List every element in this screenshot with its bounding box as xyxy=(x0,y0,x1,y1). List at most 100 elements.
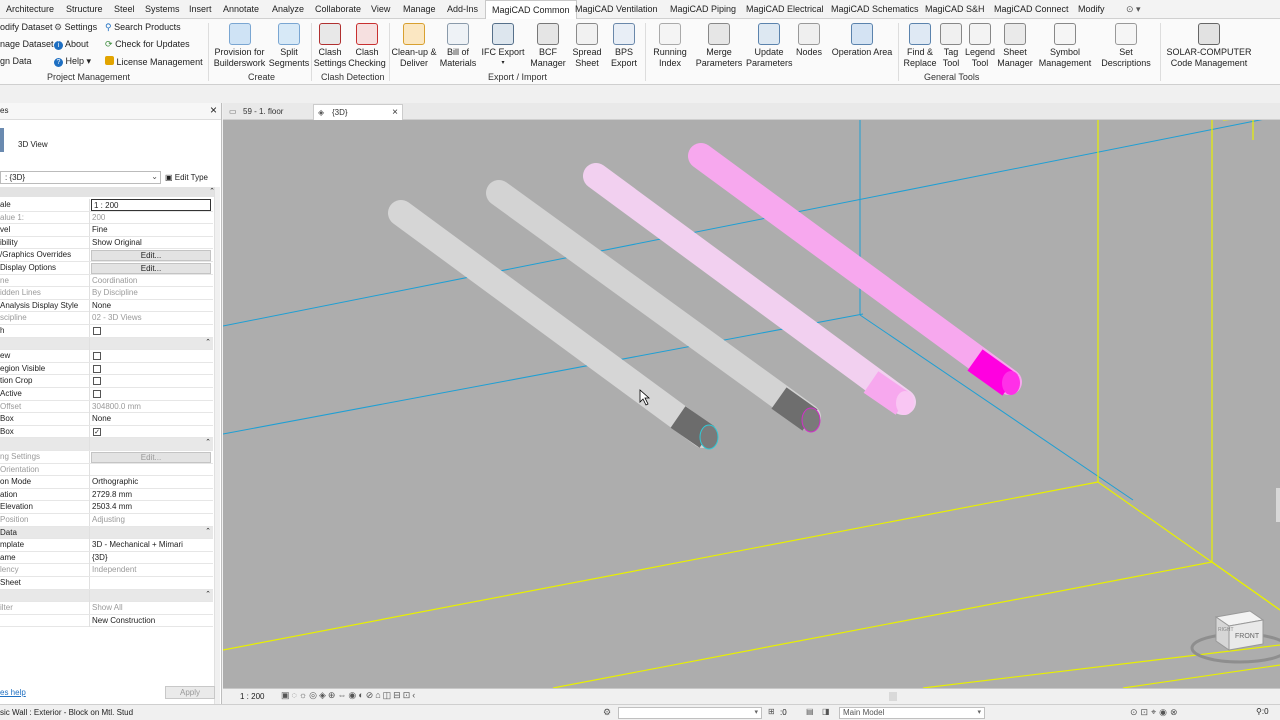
property-row[interactable]: Elevation 2503.4 mm xyxy=(0,501,213,514)
bcf-manager-button[interactable]: BCF Manager xyxy=(528,23,568,68)
property-row[interactable]: lency Independent xyxy=(0,564,213,577)
property-row[interactable]: idden Lines By Discipline xyxy=(0,287,213,300)
properties-section-header[interactable]: Data ⌃ xyxy=(0,526,213,540)
property-value[interactable]: Show Original xyxy=(92,237,212,249)
property-row[interactable]: ale 1 : 200 xyxy=(0,199,213,212)
property-value[interactable]: Coordination xyxy=(92,275,212,287)
property-row[interactable]: mplate 3D - Mechanical + Mimari xyxy=(0,539,213,552)
running-index-button[interactable]: Running Index xyxy=(648,23,692,68)
section-graphics-header[interactable]: ⌃ xyxy=(0,187,218,197)
selection-tools-icons[interactable]: ⊙⊡⌖◉⊗ xyxy=(1130,707,1181,718)
property-row[interactable]: on Mode Orthographic xyxy=(0,476,213,489)
apply-button[interactable]: Apply xyxy=(165,686,215,699)
tab-view[interactable]: View xyxy=(371,0,390,19)
update-parameters-button[interactable]: Update Parameters xyxy=(746,23,793,68)
tab-magicad-sh[interactable]: MagiCAD S&H xyxy=(925,0,985,19)
property-row[interactable]: Position Adjusting xyxy=(0,514,213,527)
tab-magicad-electrical[interactable]: MagiCAD Electrical xyxy=(746,0,824,19)
property-value[interactable]: Independent xyxy=(92,564,212,576)
ribbon-options-icon[interactable]: ⊙ ▾ xyxy=(1126,0,1141,19)
property-row[interactable]: ne Coordination xyxy=(0,274,213,288)
edit-button[interactable]: Edit... xyxy=(91,262,211,274)
edit-button[interactable]: Edit... xyxy=(91,249,211,261)
property-value[interactable]: None xyxy=(92,300,212,312)
property-checkbox[interactable]: ✓ xyxy=(93,427,101,436)
collapse-icon[interactable]: ⌃ xyxy=(205,438,211,446)
properties-section-header[interactable]: ⌃ xyxy=(0,589,213,603)
ifc-export-button[interactable]: IFC Export ▾ xyxy=(480,23,526,68)
about-button[interactable]: i About xyxy=(54,39,89,50)
cleanup-deliver-button[interactable]: Clean-up & Deliver xyxy=(390,23,438,68)
help-button[interactable]: ? Help ▾ xyxy=(54,56,91,67)
editable-only-icon[interactable]: ⊞ xyxy=(768,707,775,716)
split-segments-button[interactable]: Split Segments xyxy=(268,23,310,68)
viewport-scrollbar[interactable] xyxy=(1276,488,1280,522)
type-selector-dropdown[interactable]: : {3D} ⌄ xyxy=(0,171,161,184)
design-data-button[interactable]: gn Data xyxy=(0,56,32,67)
filter-count[interactable]: ⚲:0 xyxy=(1256,707,1269,716)
modify-dataset-button[interactable]: odify Dataset xyxy=(0,22,53,33)
spread-sheet-button[interactable]: Spread Sheet xyxy=(570,23,604,68)
property-row[interactable]: ew xyxy=(0,350,213,363)
tag-tool-button[interactable]: Tag Tool xyxy=(938,23,964,68)
property-row[interactable]: ng Settings Edit... xyxy=(0,451,213,464)
property-value[interactable]: Adjusting xyxy=(92,514,212,526)
collapse-icon[interactable]: ⌃ xyxy=(205,590,211,598)
tab-magicad-piping[interactable]: MagiCAD Piping xyxy=(670,0,736,19)
properties-section-header[interactable]: ⌃ xyxy=(0,337,213,351)
property-row[interactable]: Sheet xyxy=(0,577,213,590)
property-row[interactable]: Orientation xyxy=(0,463,213,477)
properties-help-link[interactable]: es help xyxy=(0,688,26,697)
property-row[interactable]: Box ✓ xyxy=(0,425,213,439)
tab-magicad-ventilation[interactable]: MagiCAD Ventilation xyxy=(575,0,658,19)
property-value[interactable]: By Discipline xyxy=(92,287,212,299)
bill-of-materials-button[interactable]: Bill of Materials xyxy=(438,23,478,68)
property-row[interactable]: Analysis Display Style None xyxy=(0,299,213,313)
property-row[interactable]: New Construction xyxy=(0,614,213,628)
clash-checking-button[interactable]: Clash Checking xyxy=(347,23,387,68)
pipe-pink[interactable] xyxy=(688,143,1022,395)
design-options-icon[interactable]: ▤ xyxy=(806,707,814,716)
property-value[interactable]: 200 xyxy=(92,212,212,224)
workset-icon[interactable]: ⚙ xyxy=(603,707,611,718)
property-value[interactable]: 3D - Mechanical + Mimari xyxy=(92,539,212,551)
property-value[interactable]: 02 - 3D Views xyxy=(92,312,212,324)
property-row[interactable]: Box None xyxy=(0,413,213,426)
tab-magicad-common[interactable]: MagiCAD Common xyxy=(485,0,577,20)
tab-analyze[interactable]: Analyze xyxy=(272,0,304,19)
clash-settings-button[interactable]: Clash Settings xyxy=(313,23,347,68)
collapse-icon[interactable]: ⌃ xyxy=(205,527,211,535)
property-checkbox[interactable] xyxy=(93,377,101,386)
tab-collaborate[interactable]: Collaborate xyxy=(315,0,361,19)
property-checkbox[interactable] xyxy=(93,390,101,398)
properties-scrollbar[interactable] xyxy=(214,187,220,707)
property-row[interactable]: ilter Show All xyxy=(0,602,213,615)
property-value[interactable]: 304800.0 mm xyxy=(92,401,212,413)
tab-systems[interactable]: Systems xyxy=(145,0,180,19)
workset-dropdown[interactable]: ▾ xyxy=(618,707,762,719)
edit-button[interactable]: Edit... xyxy=(91,451,211,463)
tab-modify[interactable]: Modify xyxy=(1078,0,1105,19)
property-value[interactable]: None xyxy=(92,413,212,425)
property-value[interactable]: 2729.8 mm xyxy=(92,489,212,501)
close-icon[interactable]: × xyxy=(210,104,217,116)
view-scale[interactable]: 1 : 200 xyxy=(240,692,264,701)
view-tab-floor-plan[interactable]: ▭ 59 - 1. floor xyxy=(225,104,311,120)
tab-add-ins[interactable]: Add-Ins xyxy=(447,0,478,19)
property-row[interactable]: vel Fine xyxy=(0,224,213,237)
property-row[interactable]: egion Visible xyxy=(0,362,213,376)
provision-builderswork-button[interactable]: Provision for Builderswork xyxy=(212,23,267,68)
bps-export-button[interactable]: BPS Export xyxy=(606,23,642,68)
property-row[interactable]: Offset 304800.0 mm xyxy=(0,400,213,414)
filter-icon[interactable]: ◨ xyxy=(822,707,830,716)
tab-annotate[interactable]: Annotate xyxy=(223,0,259,19)
property-checkbox[interactable] xyxy=(93,352,101,361)
code-management-button[interactable]: SOLAR-COMPUTER Code Management xyxy=(1166,23,1252,68)
property-row[interactable]: alue 1: 200 xyxy=(0,211,213,225)
tab-manage[interactable]: Manage xyxy=(403,0,436,19)
property-checkbox[interactable] xyxy=(93,364,101,373)
property-value[interactable]: Show All xyxy=(92,602,212,614)
property-value[interactable] xyxy=(92,464,212,476)
check-updates-button[interactable]: ⟳ Check for Updates xyxy=(105,39,190,50)
nodes-button[interactable]: Nodes xyxy=(794,23,824,58)
